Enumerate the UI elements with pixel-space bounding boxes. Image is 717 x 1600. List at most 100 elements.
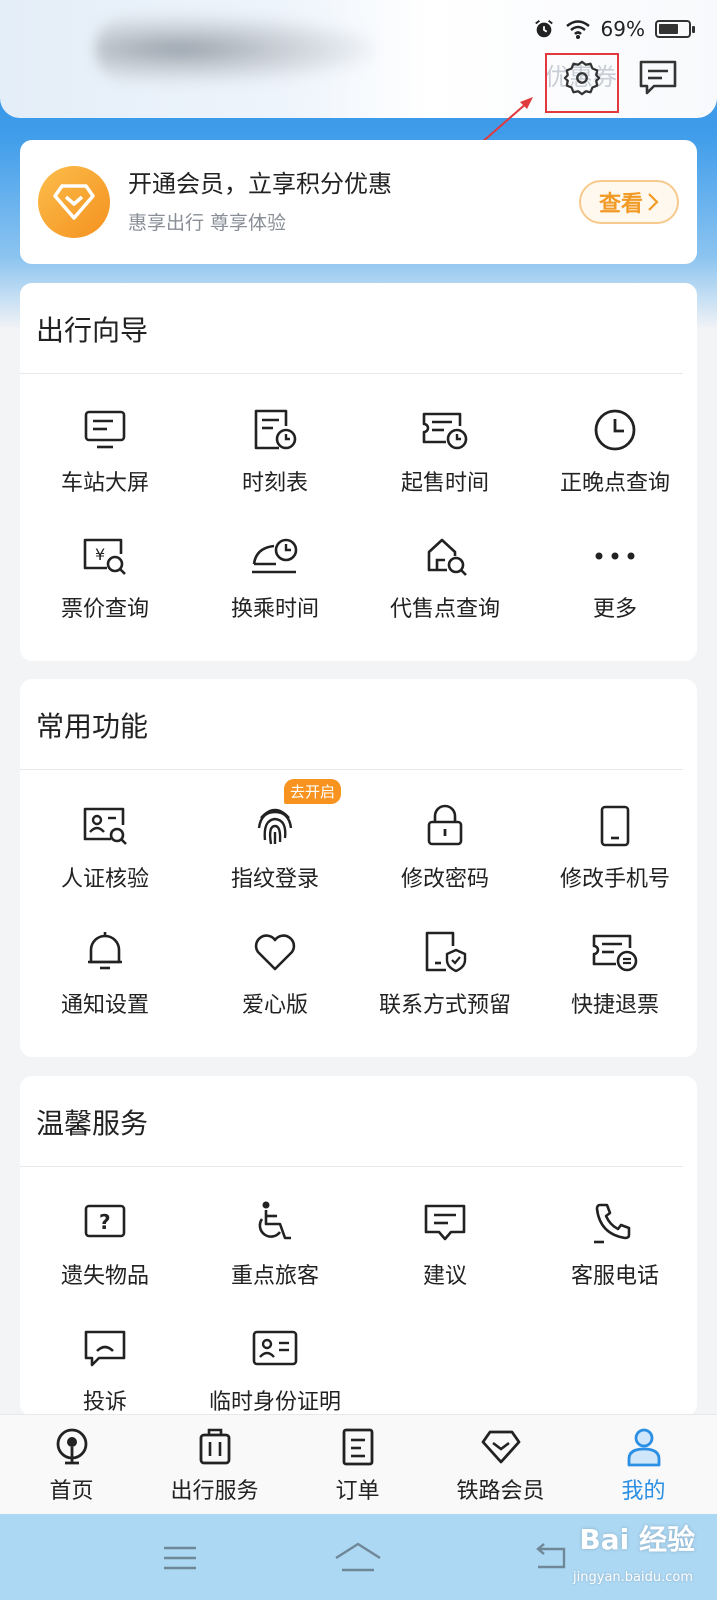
timetable-icon	[250, 405, 300, 455]
grid-item-label: 人证核验	[60, 867, 149, 892]
grid-item-price-query[interactable]: ¥ 票价查询	[20, 531, 190, 641]
section-title: 常用功能	[36, 710, 149, 743]
grid-item-agency-query[interactable]: 代售点查询	[360, 531, 530, 641]
grid-item-label: 指纹登录	[230, 867, 319, 892]
tab-travel-service[interactable]: 出行服务	[143, 1427, 286, 1507]
grid-item-label: 代售点查询	[389, 597, 500, 622]
watermark-logo: Bai 经验	[579, 1523, 695, 1556]
section-title: 温馨服务	[36, 1107, 149, 1140]
grid-item-label: 票价查询	[60, 597, 149, 622]
diamond-icon	[481, 1427, 521, 1467]
grid-item-label: 正晚点查询	[559, 471, 670, 496]
warm-service-section: 温馨服务 ? 遗失物品 重点旅客 建议 客服电话 投诉 临时身份证明	[20, 1076, 697, 1416]
home-train-icon	[52, 1427, 92, 1467]
tab-home[interactable]: 首页	[0, 1427, 143, 1507]
grid-item-label: 通知设置	[60, 993, 149, 1018]
grid-item-priority-passenger[interactable]: 重点旅客	[190, 1198, 360, 1308]
grid-item-contact-reserve[interactable]: 联系方式预留	[360, 927, 530, 1037]
member-title: 开通会员，立享积分优惠	[128, 170, 392, 198]
divider	[20, 1166, 683, 1167]
member-card[interactable]: 开通会员，立享积分优惠 惠享出行 尊享体验 查看	[20, 140, 697, 264]
grid-item-timetable[interactable]: 时刻表	[190, 405, 360, 515]
tab-orders[interactable]: 订单	[286, 1427, 429, 1507]
view-button-label: 查看	[598, 192, 643, 217]
bell-icon	[80, 927, 130, 977]
grid-item-label: 投诉	[82, 1390, 127, 1415]
grid-item-label: 更多	[592, 597, 637, 622]
grid-item-lost-items[interactable]: ? 遗失物品	[20, 1198, 190, 1308]
phone-call-icon	[590, 1198, 640, 1248]
member-subtitle: 惠享出行 尊享体验	[128, 212, 287, 234]
tab-label: 订单	[335, 1479, 380, 1504]
grid-item-sale-time[interactable]: 起售时间	[360, 405, 530, 515]
grid-item-care-mode[interactable]: 爱心版	[190, 927, 360, 1037]
lock-icon	[420, 801, 470, 851]
view-button[interactable]: 查看	[579, 180, 679, 224]
grid-item-label: 建议	[422, 1264, 467, 1289]
grid-item-label: 修改手机号	[559, 867, 670, 892]
complaint-icon	[80, 1324, 130, 1374]
agency-search-icon	[420, 531, 470, 581]
grid-item-change-password[interactable]: 修改密码	[360, 801, 530, 911]
divider	[20, 769, 683, 770]
id-verify-icon	[80, 801, 130, 851]
ticket-clock-icon	[420, 405, 470, 455]
fingerprint-icon	[250, 801, 300, 851]
lost-items-icon: ?	[80, 1198, 130, 1248]
svg-text:?: ?	[99, 1210, 111, 1234]
more-icon	[590, 531, 640, 581]
id-card-icon	[250, 1324, 300, 1374]
battery-icon	[655, 20, 695, 38]
divider	[20, 373, 683, 374]
grid-item-transfer-time[interactable]: 换乘时间	[190, 531, 360, 641]
tab-railway-member[interactable]: 铁路会员	[429, 1427, 572, 1507]
menu-icon[interactable]	[150, 1536, 210, 1580]
grid-item-notification-settings[interactable]: 通知设置	[20, 927, 190, 1037]
order-icon	[338, 1427, 378, 1467]
enable-badge[interactable]: 去开启	[284, 779, 342, 804]
chevron-right-icon	[648, 193, 659, 211]
grid-item-station-screen[interactable]: 车站大屏	[20, 405, 190, 515]
suggestion-icon	[420, 1198, 470, 1248]
back-icon[interactable]	[520, 1536, 580, 1580]
grid-item-label: 临时身份证明	[208, 1390, 341, 1415]
settings-highlight-box	[545, 53, 619, 113]
grid-item-label: 爱心版	[241, 993, 308, 1018]
clock-icon	[590, 405, 640, 455]
blurred-profile	[95, 14, 375, 84]
grid-item-label: 换乘时间	[230, 597, 319, 622]
phone-icon	[590, 801, 640, 851]
message-icon[interactable]	[638, 58, 678, 98]
grid-item-fingerprint-login[interactable]: 去开启 指纹登录	[190, 779, 360, 911]
battery-percent: 69%	[600, 17, 645, 41]
grid-item-quick-refund[interactable]: 快捷退票	[530, 927, 700, 1037]
grid-item-suggestion[interactable]: 建议	[360, 1198, 530, 1308]
alarm-icon	[534, 20, 553, 38]
grid-item-change-phone[interactable]: 修改手机号	[530, 801, 700, 911]
tab-label: 首页	[49, 1479, 94, 1504]
status-bar: 69%	[533, 14, 695, 44]
grid-item-label: 修改密码	[400, 867, 489, 892]
grid-item-label: 快捷退票	[570, 993, 659, 1018]
home-icon[interactable]	[328, 1536, 388, 1580]
user-icon	[624, 1427, 664, 1467]
monitor-icon	[80, 405, 130, 455]
svg-text:¥: ¥	[95, 545, 105, 564]
grid-item-label: 时刻表	[241, 471, 308, 496]
contact-shield-icon	[420, 927, 470, 977]
transfer-icon	[250, 531, 300, 581]
price-search-icon: ¥	[80, 531, 130, 581]
grid-item-service-phone[interactable]: 客服电话	[530, 1198, 700, 1308]
grid-item-label: 车站大屏	[60, 471, 149, 496]
tab-mine[interactable]: 我的	[572, 1427, 715, 1507]
grid-item-id-verify[interactable]: 人证核验	[20, 801, 190, 911]
grid-item-delay-query[interactable]: 正晚点查询	[530, 405, 700, 515]
diamond-icon	[38, 166, 110, 238]
bottom-tab-bar: 首页 出行服务 订单 铁路会员 我的	[0, 1414, 717, 1514]
tab-label: 出行服务	[170, 1479, 259, 1504]
tab-label: 铁路会员	[456, 1479, 545, 1504]
grid-item-label: 客服电话	[570, 1264, 659, 1289]
heart-icon	[250, 927, 300, 977]
section-title: 出行向导	[36, 314, 149, 347]
grid-item-more[interactable]: 更多	[530, 531, 700, 641]
